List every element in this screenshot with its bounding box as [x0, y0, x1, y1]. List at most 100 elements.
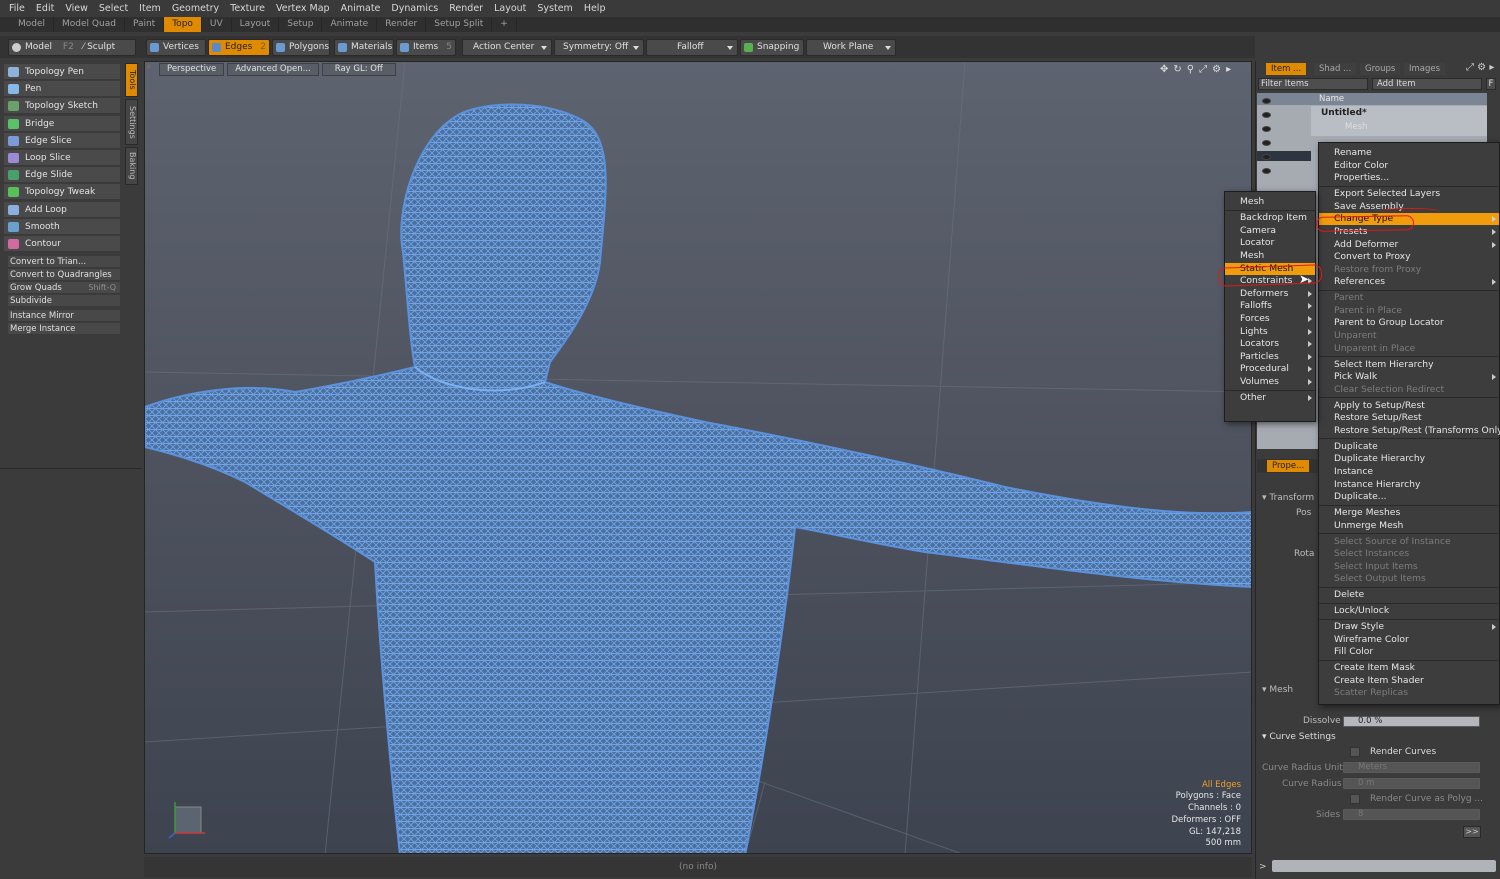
menu-item-create-item-shader[interactable]: Create Item Shader — [1319, 675, 1499, 687]
tool-bridge[interactable]: Bridge — [4, 115, 120, 132]
layout-tab-render[interactable]: Render — [377, 17, 427, 32]
eye-icon[interactable] — [1262, 126, 1271, 132]
eye-icon[interactable] — [1262, 112, 1271, 118]
menu-item-parent-to-group-locator[interactable]: Parent to Group Locator — [1319, 317, 1499, 329]
tab-properties[interactable]: Prope... — [1267, 460, 1310, 472]
menu-texture[interactable]: Texture — [230, 3, 265, 14]
menu-item-locators[interactable]: Locators — [1225, 338, 1315, 350]
menu-item-delete[interactable]: Delete — [1319, 589, 1499, 601]
scene-row[interactable]: Untitled* Mesh — [1311, 106, 1487, 136]
menu-item-mesh[interactable]: Mesh — [1225, 196, 1315, 208]
tool-pen[interactable]: Pen — [4, 81, 120, 98]
menu-item-lock-unlock[interactable]: Lock/Unlock — [1319, 605, 1499, 617]
menu-item-forces[interactable]: Forces — [1225, 313, 1315, 325]
tab-images[interactable]: Images — [1404, 63, 1446, 75]
eye-icon[interactable] — [1262, 140, 1271, 146]
tool-topology-tweak[interactable]: Topology Tweak — [4, 184, 120, 201]
move-view-icon[interactable]: ✥ — [1160, 64, 1168, 75]
filter-items-input[interactable]: Filter Items — [1258, 78, 1368, 90]
menu-animate[interactable]: Animate — [341, 3, 381, 14]
character-mesh[interactable] — [145, 103, 1252, 855]
tab-settings[interactable]: Settings — [125, 99, 138, 145]
tool-add-loop[interactable]: Add Loop — [4, 201, 120, 218]
menu-item-change-type[interactable]: Change Type — [1319, 213, 1499, 226]
menu-item-editor-color[interactable]: Editor Color — [1319, 160, 1499, 172]
menu-item-create-item-mask[interactable]: Create Item Mask — [1319, 662, 1499, 674]
tool-loop-slice[interactable]: Loop Slice — [4, 150, 120, 166]
f-button[interactable]: F — [1486, 78, 1496, 90]
menu-layout[interactable]: Layout — [494, 3, 526, 14]
shading-button[interactable]: Advanced Open... — [227, 63, 319, 76]
render-curve-polyg-checkbox[interactable] — [1350, 794, 1360, 804]
menu-geometry[interactable]: Geometry — [172, 3, 219, 14]
menu-vertex-map[interactable]: Vertex Map — [276, 3, 330, 14]
menu-edit[interactable]: Edit — [36, 3, 54, 14]
layout-tab--[interactable]: + — [492, 17, 517, 32]
menu-file[interactable]: File — [9, 3, 25, 14]
command-convert-to-trian-[interactable]: Convert to Trian... — [8, 256, 120, 268]
panel-options-icon[interactable]: ⤢ ⚙ ▸ — [1466, 62, 1494, 73]
menu-select[interactable]: Select — [99, 3, 128, 14]
action-center-dropdown[interactable]: Action Center — [462, 39, 552, 56]
menu-item-deformers[interactable]: Deformers — [1225, 288, 1315, 300]
perspective-button[interactable]: Perspective — [159, 63, 225, 76]
maximize-icon[interactable]: ⤢ — [1199, 64, 1207, 75]
snapping-button[interactable]: Snapping — [740, 39, 804, 56]
tool-topology-pen[interactable]: Topology Pen — [4, 64, 120, 80]
menu-item-instance-hierarchy[interactable]: Instance Hierarchy — [1319, 479, 1499, 491]
menu-item-add-deformer[interactable]: Add Deformer — [1319, 239, 1499, 251]
viewport-options-icon[interactable]: ◦ — [146, 63, 156, 77]
menu-item-other[interactable]: Other — [1225, 392, 1315, 404]
layout-tab-uv[interactable]: UV — [202, 17, 232, 32]
menu-item-lights[interactable]: Lights — [1225, 326, 1315, 338]
menu-item-pick-walk[interactable]: Pick Walk — [1319, 371, 1499, 383]
command-input[interactable] — [1272, 860, 1496, 872]
layout-tab-model[interactable]: Model — [10, 17, 55, 32]
eye-icon[interactable] — [1262, 154, 1271, 160]
command-grow-quads[interactable]: Grow Quads Shift-Q — [8, 282, 120, 294]
menu-system[interactable]: System — [537, 3, 572, 14]
command-merge-instance[interactable]: Merge Instance — [8, 323, 120, 335]
3d-viewport[interactable]: All Edges Polygons : Face Channels : 0 D… — [144, 61, 1252, 854]
command-instance-mirror[interactable]: Instance Mirror — [8, 310, 120, 322]
eye-icon[interactable] — [1262, 98, 1271, 104]
chevron-right-icon[interactable]: ▸ — [1226, 64, 1231, 75]
menu-item-procedural[interactable]: Procedural — [1225, 363, 1315, 375]
mesh-section[interactable]: ▾ Mesh — [1262, 685, 1293, 695]
layout-tab-setup[interactable]: Setup — [279, 17, 323, 32]
layout-tab-topo[interactable]: Topo — [164, 17, 202, 32]
transform-section[interactable]: ▾ Transform — [1262, 493, 1314, 503]
layout-tab-model-quad[interactable]: Model Quad — [54, 17, 125, 32]
menu-item-rename[interactable]: Rename — [1319, 147, 1499, 159]
menu-item-presets[interactable]: Presets — [1319, 226, 1499, 238]
menu-item-volumes[interactable]: Volumes — [1225, 376, 1315, 388]
curve-settings-section[interactable]: ▾ Curve Settings — [1262, 732, 1336, 742]
tab-groups[interactable]: Groups — [1360, 63, 1401, 75]
menu-item[interactable]: Item — [139, 3, 161, 14]
menu-item-select-item-hierarchy[interactable]: Select Item Hierarchy — [1319, 359, 1499, 371]
menu-item-convert-to-proxy[interactable]: Convert to Proxy — [1319, 251, 1499, 263]
menu-item-instance[interactable]: Instance — [1319, 466, 1499, 478]
render-curves-checkbox[interactable] — [1350, 747, 1360, 757]
vertices-button[interactable]: Vertices — [146, 39, 206, 56]
layout-tab-paint[interactable]: Paint — [125, 17, 165, 32]
tool-topology-sketch[interactable]: Topology Sketch — [4, 98, 120, 115]
edges-button[interactable]: Edges 2 — [208, 39, 270, 56]
menu-item-backdrop-item[interactable]: Backdrop Item — [1225, 212, 1315, 224]
menu-item-wireframe-color[interactable]: Wireframe Color — [1319, 634, 1499, 646]
gear-icon[interactable]: ⚙ — [1212, 64, 1221, 75]
menu-item-draw-style[interactable]: Draw Style — [1319, 621, 1499, 633]
menu-item-merge-meshes[interactable]: Merge Meshes — [1319, 507, 1499, 519]
eye-icon[interactable] — [1262, 168, 1271, 174]
tab-baking[interactable]: Baking — [125, 147, 138, 185]
menu-item-restore-setup-rest-transforms-only-[interactable]: Restore Setup/Rest (Transforms Only) — [1319, 425, 1500, 437]
menu-item-falloffs[interactable]: Falloffs — [1225, 300, 1315, 312]
menu-item-properties-[interactable]: Properties... — [1319, 172, 1499, 184]
tool-smooth[interactable]: Smooth — [4, 218, 120, 235]
work-plane-dropdown[interactable]: Work Plane — [806, 39, 896, 56]
menu-item-apply-to-setup-rest[interactable]: Apply to Setup/Rest — [1319, 400, 1499, 412]
menu-item-mesh[interactable]: Mesh — [1225, 250, 1315, 262]
raygl-button[interactable]: Ray GL: Off — [321, 63, 396, 76]
layout-tab-layout[interactable]: Layout — [232, 17, 280, 32]
dissolve-field[interactable]: 0.0 % — [1343, 716, 1480, 727]
